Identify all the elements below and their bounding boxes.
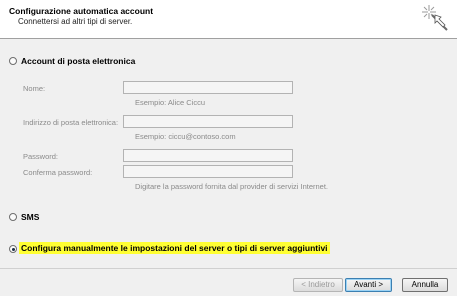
password-hint: Digitare la password fornita dal provide… (135, 182, 329, 191)
password-label: Password: (23, 152, 59, 161)
email-account-radio[interactable] (9, 57, 17, 65)
manual-config-radio[interactable] (9, 245, 17, 253)
sms-label[interactable]: SMS (21, 212, 39, 222)
wizard-content: Account di posta elettronica Nome: Esemp… (0, 39, 457, 269)
manual-config-text: Configura manualmente le impostazioni de… (19, 242, 330, 254)
manual-config-label[interactable]: Configura manualmente le impostazioni de… (19, 242, 330, 254)
name-field[interactable] (123, 81, 293, 94)
wizard-title: Configurazione automatica account (9, 6, 154, 16)
sms-radio[interactable] (9, 213, 17, 221)
magic-wand-icon (422, 5, 448, 31)
cancel-button[interactable]: Annulla (402, 278, 448, 292)
email-label: Indirizzo di posta elettronica: (23, 118, 119, 127)
footer-separator (0, 268, 457, 269)
password-field[interactable] (123, 149, 293, 162)
next-button[interactable]: Avanti > (345, 278, 392, 292)
back-button[interactable]: < Indietro (293, 278, 343, 292)
email-hint: Esempio: ciccu@contoso.com (135, 132, 236, 141)
email-account-label[interactable]: Account di posta elettronica (21, 56, 135, 66)
wizard-subtitle: Connettersi ad altri tipi di server. (18, 17, 133, 26)
name-hint: Esempio: Alice Ciccu (135, 98, 206, 107)
wizard-header: Configurazione automatica account Connet… (0, 0, 457, 39)
confirm-password-field[interactable] (123, 165, 293, 178)
email-field[interactable] (123, 115, 293, 128)
confirm-password-label: Conferma password: (23, 168, 93, 177)
name-label: Nome: (23, 84, 46, 93)
